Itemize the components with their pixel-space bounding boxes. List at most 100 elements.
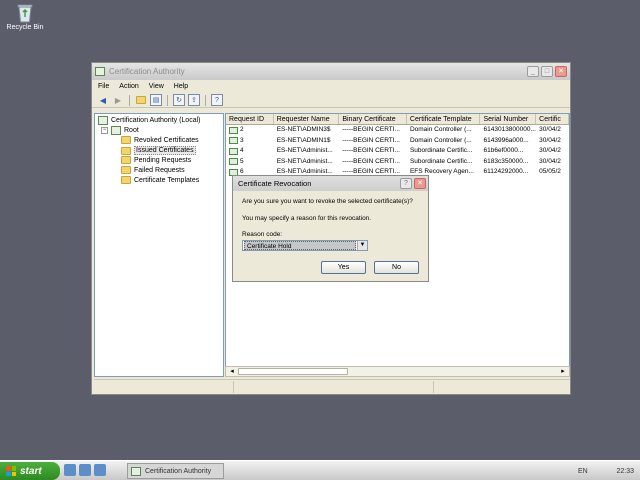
table-cell: 6183c350000... <box>483 157 529 165</box>
reason-code-value: Certificate Hold <box>244 241 356 250</box>
forward-arrow-icon[interactable]: ▶ <box>112 94 124 106</box>
windows-logo-icon <box>6 466 16 476</box>
table-cell: ES-NET\Administ... <box>276 157 333 165</box>
help-icon[interactable]: ? <box>211 94 223 106</box>
table-cell: -----BEGIN CERTI... <box>342 147 400 154</box>
internet-explorer-icon[interactable] <box>94 464 106 476</box>
revoke-question: Are you sure you want to revoke the sele… <box>242 198 413 205</box>
chevron-down-icon[interactable]: ▼ <box>357 241 367 250</box>
language-indicator[interactable]: EN <box>578 468 588 475</box>
status-pane <box>234 381 434 393</box>
table-cell: 61124292000... <box>483 168 529 175</box>
list-rows: 2 ES-NET\ADMIN3$ -----BEGIN CERTI... Domain… <box>226 125 569 178</box>
no-button[interactable]: No <box>374 261 419 274</box>
start-button[interactable]: start <box>0 462 60 480</box>
taskbar: start Certification Authority EN 22:33 <box>0 460 640 480</box>
collapse-icon[interactable]: − <box>101 127 108 134</box>
tree-root-label: Certification Authority (Local) <box>111 117 201 124</box>
tree-item-label: Certificate Templates <box>134 176 200 184</box>
menu-action[interactable]: Action <box>119 83 138 90</box>
tree-item-label: Revoked Certificates <box>134 136 199 144</box>
folder-icon <box>121 166 131 174</box>
recycle-bin-icon[interactable]: Recycle Bin <box>6 3 44 31</box>
export-list-icon[interactable]: ⇪ <box>188 94 200 106</box>
tree-item-failed-requests[interactable]: Failed Requests <box>121 166 185 174</box>
table-cell: Domain Controller (... <box>409 136 472 144</box>
refresh-icon[interactable]: ↻ <box>173 94 185 106</box>
window-titlebar[interactable]: Certification Authority _ □ ✕ <box>92 63 570 80</box>
folder-icon <box>121 176 131 184</box>
dialog-titlebar[interactable]: Certificate Revocation ? ✕ <box>233 176 428 191</box>
table-row[interactable]: 4 ES-NET\Administ... -----BEGIN CERTI... Su… <box>226 146 569 157</box>
cell-text: 5 <box>240 157 244 165</box>
table-cell: 6143996a000... <box>483 136 529 144</box>
cell-text: 4 <box>240 147 244 154</box>
dialog-close-button[interactable]: ✕ <box>414 178 426 189</box>
up-folder-icon[interactable] <box>135 94 147 106</box>
toolbar: ◀ ▶ ▤ ↻ ⇪ ? <box>92 93 570 108</box>
list-header: Request ID Requester Name Binary Certifi… <box>226 114 569 125</box>
tree-ca-label: Root <box>124 127 139 134</box>
certificate-icon <box>229 158 238 166</box>
status-bar <box>94 379 570 393</box>
menu-bar: File Action View Help <box>92 80 570 93</box>
show-hide-tree-icon[interactable]: ▤ <box>150 94 162 106</box>
tree-item-issued-certificates[interactable]: Issued Certificates <box>121 146 196 155</box>
table-row[interactable]: 2 ES-NET\ADMIN3$ -----BEGIN CERTI... Domain… <box>226 125 569 136</box>
table-row[interactable]: 5 ES-NET\Administ... -----BEGIN CERTI... Su… <box>226 157 569 168</box>
toolbar-separator <box>205 94 206 106</box>
table-cell: 61b6ef0000... <box>483 147 524 154</box>
reason-code-select[interactable]: Certificate Hold ▼ <box>242 240 368 251</box>
tree-item-pending-requests[interactable]: Pending Requests <box>121 156 191 164</box>
column-certificate-template[interactable]: Certificate Template <box>407 114 481 124</box>
table-cell: Domain Controller (... <box>409 126 472 133</box>
show-desktop-icon[interactable] <box>64 464 76 476</box>
dialog-help-button[interactable]: ? <box>400 178 412 189</box>
menu-view[interactable]: View <box>149 83 164 90</box>
horizontal-scrollbar[interactable]: ◂ ▸ <box>225 366 570 377</box>
scrollbar-thumb[interactable] <box>238 368 348 375</box>
taskbar-item-certification-authority[interactable]: Certification Authority <box>127 463 224 479</box>
taskbar-item-label: Certification Authority <box>145 467 212 475</box>
menu-help[interactable]: Help <box>174 83 188 90</box>
certificate-revocation-dialog: Certificate Revocation ? ✕ Are you sure … <box>232 175 429 282</box>
scroll-right-icon[interactable]: ▸ <box>558 367 568 376</box>
tree-item-certificate-templates[interactable]: Certificate Templates <box>121 176 199 184</box>
windows-explorer-icon[interactable] <box>79 464 91 476</box>
toolbar-separator <box>129 94 130 106</box>
yes-button[interactable]: Yes <box>321 261 366 274</box>
certificate-authority-icon <box>98 116 108 125</box>
column-requester-name[interactable]: Requester Name <box>274 114 340 124</box>
certificate-icon <box>229 137 238 145</box>
column-request-id[interactable]: Request ID <box>226 114 274 124</box>
tree-ca-node[interactable]: − Root <box>101 126 139 135</box>
maximize-button[interactable]: □ <box>541 66 553 77</box>
back-arrow-icon[interactable]: ◀ <box>97 94 109 106</box>
folder-icon <box>121 136 131 144</box>
status-pane <box>94 381 234 393</box>
table-cell: -----BEGIN CERTI... <box>342 126 400 133</box>
folder-icon <box>121 146 131 155</box>
close-button[interactable]: ✕ <box>555 66 567 77</box>
window-title: Certification Authority <box>109 67 185 76</box>
table-cell: ES-NET\ADMIN3$ <box>276 126 331 133</box>
tree-item-label: Pending Requests <box>134 156 192 164</box>
table-cell: 30/04/2 <box>539 136 561 144</box>
cell-request-id: 4 <box>226 146 274 157</box>
recycle-bin-image <box>16 3 34 23</box>
scroll-left-icon[interactable]: ◂ <box>227 367 237 376</box>
menu-file[interactable]: File <box>98 83 109 90</box>
table-cell: 6143013800000... <box>483 126 536 133</box>
minimize-button[interactable]: _ <box>527 66 539 77</box>
table-cell: ES-NET\Administ... <box>276 147 333 154</box>
column-serial-number[interactable]: Serial Number <box>480 114 537 124</box>
start-label: start <box>20 465 42 477</box>
tree-root[interactable]: Certification Authority (Local) <box>98 116 200 125</box>
column-binary-certificate[interactable]: Binary Certificate <box>339 114 407 124</box>
tree-item-revoked-certificates[interactable]: Revoked Certificates <box>121 136 199 144</box>
column-certificate-date[interactable]: Certific <box>536 114 569 124</box>
tree-pane: Certification Authority (Local) − Root R… <box>94 113 224 377</box>
recycle-bin-label: Recycle Bin <box>6 24 44 31</box>
system-tray: EN 22:33 <box>574 462 640 480</box>
table-row[interactable]: 3 ES-NET\ADMIN1$ -----BEGIN CERTI... Domain… <box>226 136 569 147</box>
